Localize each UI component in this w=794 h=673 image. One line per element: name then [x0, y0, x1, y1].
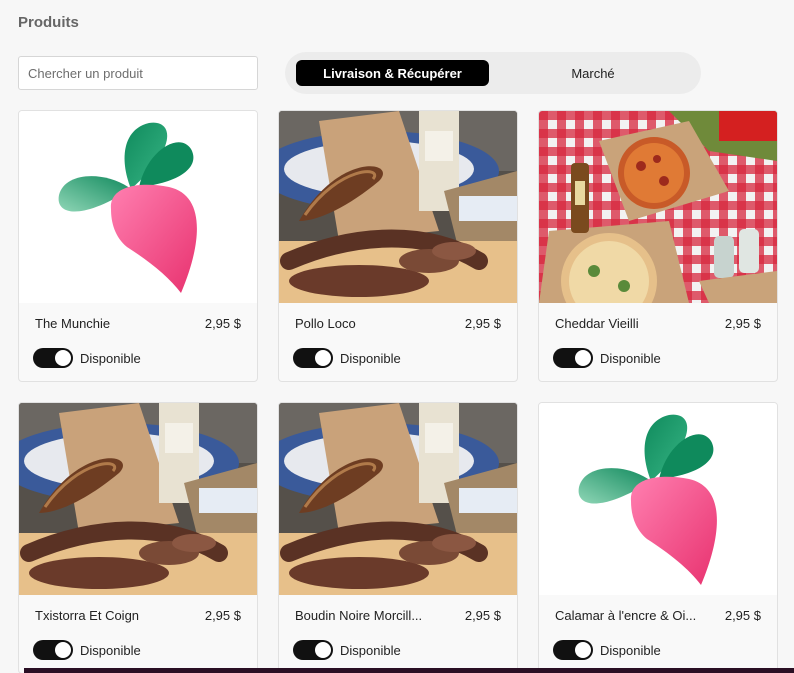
product-name: Boudin Noire Morcill... [295, 608, 423, 623]
pizza-picnic-photo [539, 111, 777, 303]
product-price: 2,95 $ [464, 608, 501, 623]
page-title: Produits [18, 14, 79, 31]
availability-toggle[interactable] [293, 348, 333, 368]
radish-logo [19, 111, 257, 303]
product-price: 2,95 $ [204, 608, 241, 623]
product-price: 2,95 $ [204, 316, 241, 331]
product-name: Txistorra Et Coign [35, 608, 140, 623]
product-card[interactable]: Pollo Loco 2,95 $ Disponible [278, 110, 518, 382]
availability-toggle[interactable] [33, 348, 73, 368]
mode-tabs: Livraison & Récupérer Marché [285, 52, 701, 94]
availability-label: Disponible [340, 351, 401, 366]
product-card[interactable]: Boudin Noire Morcill... 2,95 $ Disponibl… [278, 402, 518, 673]
availability-label: Disponible [80, 351, 141, 366]
product-price: 2,95 $ [724, 608, 761, 623]
product-name: The Munchie [35, 316, 111, 331]
availability-toggle[interactable] [553, 640, 593, 660]
availability-label: Disponible [600, 351, 661, 366]
product-name: Cheddar Vieilli [555, 316, 639, 331]
availability-label: Disponible [80, 643, 141, 658]
tab-delivery-pickup[interactable]: Livraison & Récupérer [296, 60, 489, 86]
availability-toggle[interactable] [33, 640, 73, 660]
product-price: 2,95 $ [464, 316, 501, 331]
product-name: Pollo Loco [295, 316, 356, 331]
availability-label: Disponible [340, 643, 401, 658]
toggle-knob [315, 642, 331, 658]
search-input[interactable] [18, 56, 258, 90]
radish-logo [539, 403, 777, 595]
charcuterie-photo [19, 403, 257, 595]
charcuterie-photo [279, 111, 517, 303]
product-name: Calamar à l'encre & Oi... [555, 608, 697, 623]
availability-label: Disponible [600, 643, 661, 658]
toggle-knob [55, 642, 71, 658]
toggle-knob [575, 350, 591, 366]
toggle-knob [315, 350, 331, 366]
product-card[interactable]: Calamar à l'encre & Oi... 2,95 $ Disponi… [538, 402, 778, 673]
tab-market[interactable]: Marché [495, 60, 691, 86]
availability-toggle[interactable] [553, 348, 593, 368]
product-card[interactable]: Txistorra Et Coign 2,95 $ Disponible [18, 402, 258, 673]
product-card[interactable]: The Munchie 2,95 $ Disponible [18, 110, 258, 382]
charcuterie-photo [279, 403, 517, 595]
toggle-knob [575, 642, 591, 658]
product-card[interactable]: Cheddar Vieilli 2,95 $ Disponible [538, 110, 778, 382]
toggle-knob [55, 350, 71, 366]
bottom-bar [24, 668, 794, 673]
availability-toggle[interactable] [293, 640, 333, 660]
product-price: 2,95 $ [724, 316, 761, 331]
